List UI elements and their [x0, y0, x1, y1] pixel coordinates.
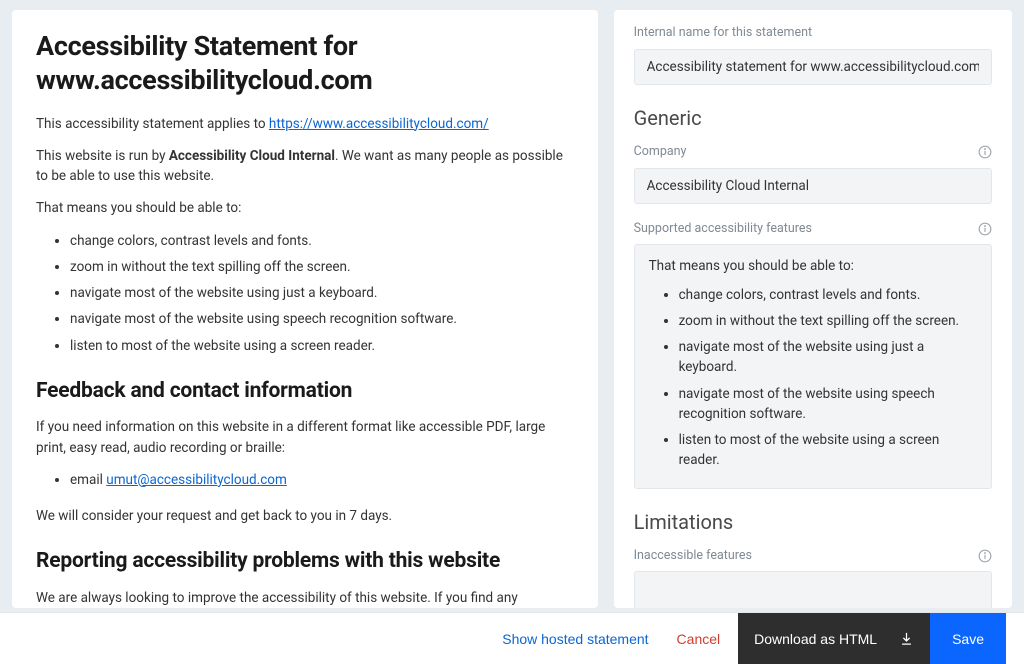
reporting-heading: Reporting accessibility problems with th…: [36, 546, 574, 578]
show-hosted-button[interactable]: Show hosted statement: [502, 631, 648, 647]
statement-preview-panel: Accessibility Statement for www.accessib…: [12, 10, 598, 608]
intro-paragraph: This accessibility statement applies to …: [36, 114, 574, 134]
info-icon[interactable]: [978, 222, 992, 236]
footer-bar: Show hosted statement Cancel Download as…: [0, 612, 1024, 664]
supported-features-input[interactable]: That means you should be able to: change…: [634, 244, 992, 488]
internal-name-label: Internal name for this statement: [634, 24, 992, 43]
run-by-paragraph: This website is run by Accessibility Clo…: [36, 146, 574, 187]
cancel-button[interactable]: Cancel: [677, 631, 721, 647]
supported-features-label: Supported accessibility features: [634, 220, 992, 239]
reporting-body: We are always looking to improve the acc…: [36, 588, 574, 608]
feedback-followup: We will consider your request and get ba…: [36, 506, 574, 526]
statement-title: Accessibility Statement for www.accessib…: [36, 30, 574, 98]
company-name: Accessibility Cloud Internal: [169, 148, 335, 164]
download-icon: [899, 631, 914, 646]
means-list: change colors, contrast levels and fonts…: [36, 231, 574, 356]
inaccessible-features-input[interactable]: [634, 571, 992, 608]
feedback-heading: Feedback and contact information: [36, 376, 574, 408]
internal-name-input[interactable]: [634, 49, 992, 85]
feedback-contact-list: email umut@accessibilitycloud.com: [36, 470, 574, 490]
inaccessible-features-label: Inaccessible features: [634, 547, 992, 566]
means-intro: That means you should be able to:: [36, 198, 574, 218]
feedback-intro: If you need information on this website …: [36, 417, 574, 458]
statement-form-panel: Internal name for this statement Generic…: [614, 10, 1012, 608]
company-label: Company: [634, 143, 992, 162]
save-button[interactable]: Save: [930, 613, 1006, 664]
generic-heading: Generic: [634, 103, 992, 133]
applies-to-link[interactable]: https://www.accessibilitycloud.com/: [269, 116, 489, 132]
info-icon[interactable]: [978, 549, 992, 563]
company-input[interactable]: [634, 168, 992, 204]
info-icon[interactable]: [978, 145, 992, 159]
download-html-button[interactable]: Download as HTML: [738, 613, 930, 664]
feedback-email-link[interactable]: umut@accessibilitycloud.com: [106, 472, 287, 488]
limitations-heading: Limitations: [634, 507, 992, 537]
